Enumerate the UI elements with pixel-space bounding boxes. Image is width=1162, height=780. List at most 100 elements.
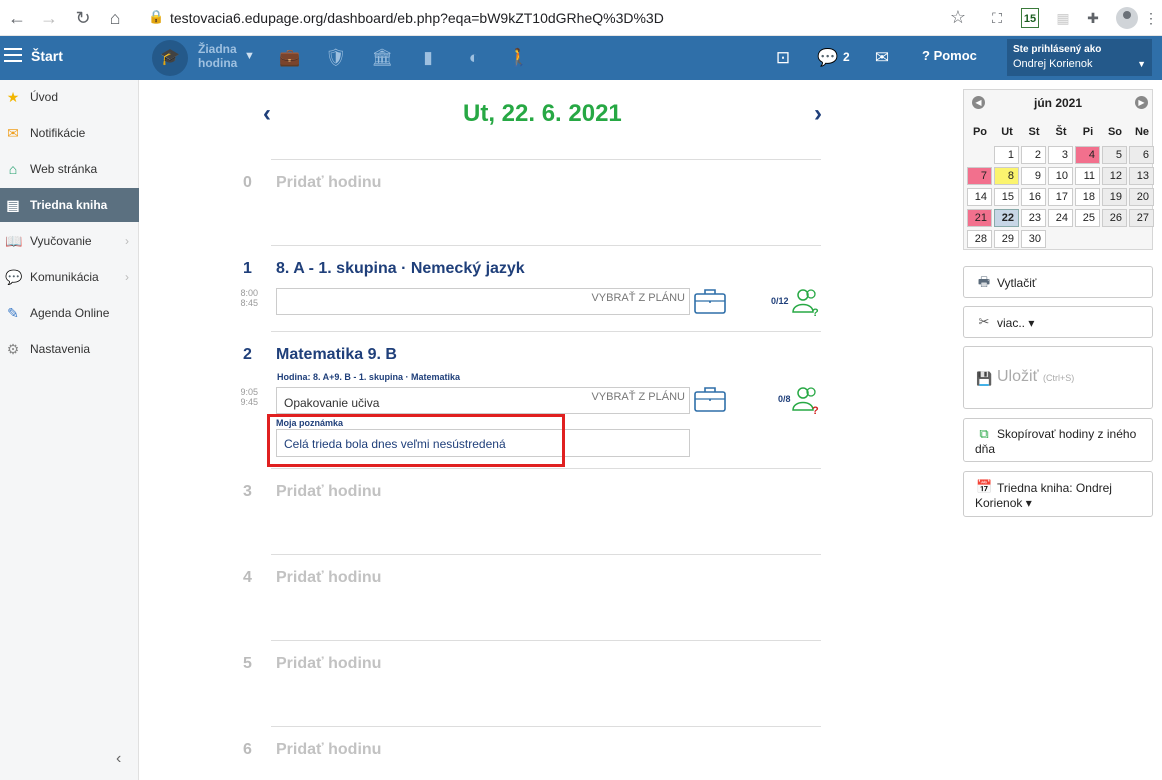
lesson-title[interactable]: 8. A - 1. skupina · Nemecký jazyk xyxy=(276,260,525,278)
calendar-day[interactable]: 14 xyxy=(967,188,992,206)
puzzle-icon[interactable]: ✚ xyxy=(1082,7,1104,29)
calendar-day[interactable]: 29 xyxy=(994,230,1019,248)
no-lesson-selector[interactable]: Žiadna hodina xyxy=(198,42,237,70)
copy-lessons-button[interactable]: ⧉ Skopírovať hodiny z iného dňa xyxy=(963,418,1153,462)
chevron-down-icon[interactable]: ▼ xyxy=(244,50,255,62)
attendance-count[interactable]: 0/12 xyxy=(771,296,789,306)
sidebar: ★ Úvod ✉ Notifikácie ⌂ Web stránka ▤ Tri… xyxy=(0,80,139,780)
calendar-day[interactable]: 22 xyxy=(994,209,1019,227)
next-month-icon[interactable]: ▶ xyxy=(1135,96,1148,109)
graduation-cap-icon[interactable]: 🎓 xyxy=(152,40,188,76)
cast-icon[interactable]: ⊡ xyxy=(772,48,794,68)
sidebar-item-nastavenia[interactable]: ⚙ Nastavenia xyxy=(0,332,139,366)
collapse-sidebar-icon[interactable]: ‹ xyxy=(116,750,121,768)
previous-month-icon[interactable]: ◀ xyxy=(972,96,985,109)
print-button[interactable]: 🖶 Vytlačiť xyxy=(963,266,1153,298)
divider xyxy=(271,640,821,641)
calendar-day[interactable]: 2 xyxy=(1021,146,1046,164)
calendar-day[interactable]: 15 xyxy=(994,188,1019,206)
walking-person-icon[interactable]: 🚶 xyxy=(508,48,530,68)
bank-icon[interactable]: 🏛 xyxy=(371,48,393,68)
screenshot-extension-icon[interactable]: ⛶ xyxy=(986,7,1008,29)
hamburger-menu-icon[interactable] xyxy=(4,48,22,62)
extension-icon[interactable]: ▦ xyxy=(1052,7,1074,29)
calendar-day[interactable]: 24 xyxy=(1048,209,1073,227)
sidebar-item-vyucovanie[interactable]: 📖 Vyučovanie › xyxy=(0,224,139,258)
calendar-day[interactable]: 13 xyxy=(1129,167,1154,185)
home-icon: ⌂ xyxy=(8,161,18,177)
bar-chart-icon[interactable]: ▮ xyxy=(417,48,439,68)
forward-arrow-icon[interactable]: → xyxy=(38,7,60,29)
calendar-day[interactable]: 23 xyxy=(1021,209,1046,227)
calendar-day[interactable]: 27 xyxy=(1129,209,1154,227)
calendar-day[interactable]: 26 xyxy=(1102,209,1127,227)
calendar-day[interactable]: 9 xyxy=(1021,167,1046,185)
back-arrow-icon[interactable]: ← xyxy=(6,7,28,29)
envelope-icon[interactable]: ✉ xyxy=(871,48,893,68)
attendance-count[interactable]: 0/8 xyxy=(778,394,791,404)
sidebar-item-agenda-online[interactable]: ✎ Agenda Online xyxy=(0,296,139,330)
lesson-topic-input[interactable]: VYBRAŤ Z PLÁNU xyxy=(276,288,690,315)
more-label: viac.. ▾ xyxy=(997,316,1035,330)
add-lesson-link[interactable]: Pridať hodinu xyxy=(276,174,381,192)
lesson-topic-input[interactable]: Opakovanie učiva VYBRAŤ Z PLÁNU xyxy=(276,387,690,414)
bookmark-star-icon[interactable]: ☆ xyxy=(950,7,966,28)
sidebar-item-uvod[interactable]: ★ Úvod xyxy=(0,80,139,114)
calendar-day[interactable]: 11 xyxy=(1075,167,1100,185)
briefcase-icon[interactable] xyxy=(694,288,726,314)
help-button[interactable]: ? Pomoc xyxy=(922,48,977,63)
browser-toolbar: ← → ↻ ⌂ 🔒 testovacia6.edupage.org/dashbo… xyxy=(0,0,1162,36)
sidebar-item-triedna-kniha[interactable]: ▤ Triedna kniha xyxy=(0,188,139,222)
calendar-day[interactable]: 25 xyxy=(1075,209,1100,227)
classbook-selector[interactable]: 📅 Triedna kniha: Ondrej Korienok ▾ xyxy=(963,471,1153,517)
start-link[interactable]: Štart xyxy=(31,48,63,64)
next-day-icon[interactable]: › xyxy=(814,100,822,128)
calendar-day[interactable]: 7 xyxy=(967,167,992,185)
calendar-day[interactable]: 20 xyxy=(1129,188,1154,206)
sidebar-item-web-stranka[interactable]: ⌂ Web stránka xyxy=(0,152,139,186)
calendar-day[interactable]: 5 xyxy=(1102,146,1127,164)
calendar-day[interactable]: 8 xyxy=(994,167,1019,185)
calendar-day[interactable]: 3 xyxy=(1048,146,1073,164)
calendar-day[interactable]: 6 xyxy=(1129,146,1154,164)
calendar-day[interactable]: 12 xyxy=(1102,167,1127,185)
more-button[interactable]: ✂ viac.. ▾ xyxy=(963,306,1153,338)
user-menu[interactable]: Ste prihlásený ako Ondrej Korienok ▼ xyxy=(1007,39,1152,76)
previous-day-icon[interactable]: ‹ xyxy=(263,100,271,128)
briefcase-icon[interactable] xyxy=(694,386,726,412)
sidebar-item-notifikacie[interactable]: ✉ Notifikácie xyxy=(0,116,139,150)
calendar-day[interactable]: 17 xyxy=(1048,188,1073,206)
calendar-day[interactable]: 28 xyxy=(967,230,992,248)
address-bar[interactable]: 🔒 testovacia6.edupage.org/dashboard/eb.p… xyxy=(138,4,978,32)
save-button[interactable]: 💾 Uložiť (Ctrl+S) xyxy=(963,346,1153,409)
home-icon[interactable]: ⌂ xyxy=(104,7,126,29)
reload-icon[interactable]: ↻ xyxy=(72,7,94,29)
calendar-day[interactable]: 19 xyxy=(1102,188,1127,206)
attendance-people-icon[interactable]: ? xyxy=(791,288,821,316)
add-lesson-link[interactable]: Pridať hodinu xyxy=(276,569,381,587)
calendar-extension-icon[interactable]: 15 xyxy=(1021,8,1039,28)
briefcase-icon[interactable]: 💼 xyxy=(279,48,301,68)
calendar-empty-cell xyxy=(1075,230,1100,248)
calendar-day[interactable]: 21 xyxy=(967,209,992,227)
calendar-day[interactable]: 1 xyxy=(994,146,1019,164)
calendar-weekday: Pi xyxy=(1082,126,1094,138)
shield-icon[interactable]: 🛡 xyxy=(325,48,347,68)
pick-from-plan-link[interactable]: VYBRAŤ Z PLÁNU xyxy=(591,292,685,304)
chat-bubbles-icon[interactable]: 💬 xyxy=(817,48,839,68)
calendar-day[interactable]: 4 xyxy=(1075,146,1100,164)
calendar-day[interactable]: 16 xyxy=(1021,188,1046,206)
add-lesson-link[interactable]: Pridať hodinu xyxy=(276,655,381,673)
add-lesson-link[interactable]: Pridať hodinu xyxy=(276,483,381,501)
calendar-day[interactable]: 10 xyxy=(1048,167,1073,185)
calendar-day[interactable]: 30 xyxy=(1021,230,1046,248)
profile-avatar[interactable] xyxy=(1116,7,1138,29)
sidebar-item-komunikacia[interactable]: 💬 Komunikácia › xyxy=(0,260,139,294)
moon-icon[interactable]: ◐ xyxy=(463,48,485,68)
attendance-people-icon[interactable]: ? xyxy=(791,386,821,414)
kebab-menu-icon[interactable]: ⋮ xyxy=(1140,7,1162,29)
add-lesson-link[interactable]: Pridať hodinu xyxy=(276,741,381,759)
lesson-title[interactable]: Matematika 9. B xyxy=(276,346,397,364)
pick-from-plan-link[interactable]: VYBRAŤ Z PLÁNU xyxy=(591,391,685,403)
calendar-day[interactable]: 18 xyxy=(1075,188,1100,206)
